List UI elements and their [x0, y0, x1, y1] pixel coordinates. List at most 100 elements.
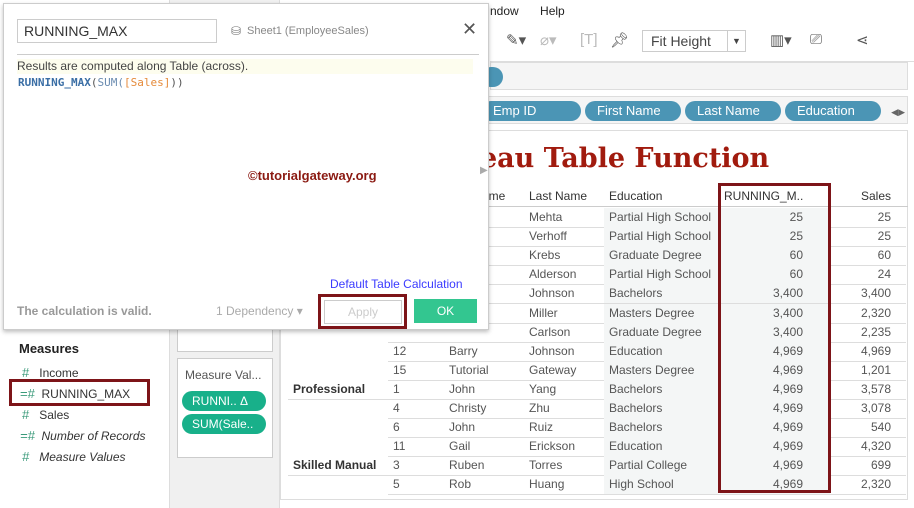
presentation-icon[interactable]: ⎚	[810, 31, 822, 48]
label: RUNNING_MAX	[41, 387, 131, 401]
first-name-cell: Barry	[449, 343, 478, 358]
sales-cell: 25	[877, 210, 891, 224]
sales-cell: 4,320	[860, 439, 891, 454]
pill-sum-sales[interactable]: SUM(Sale..	[182, 414, 266, 434]
emp-id-cell: 11	[393, 439, 406, 454]
scroll-arrows[interactable]: ◀▶	[891, 107, 905, 118]
measure-income[interactable]: # Income	[22, 365, 79, 380]
last-name-cell: Zhu	[529, 401, 550, 415]
paren: ))	[170, 76, 184, 89]
emp-id-cell: 15	[393, 362, 407, 377]
filters-shelf[interactable]	[481, 62, 908, 90]
occupation-cell: Skilled Manual	[293, 458, 377, 473]
pill-running-max[interactable]: RUNNI.. Δ	[182, 391, 266, 411]
measure-running-max[interactable]: =# RUNNING_MAX	[20, 386, 130, 401]
sales-cell: 1,201	[860, 362, 891, 377]
first-name-cell: Christy	[449, 401, 487, 415]
sales-cell: 3,578	[860, 381, 891, 396]
default-table-calculation-link[interactable]: Default Table Calculation	[330, 277, 463, 291]
label: Income	[39, 366, 79, 380]
header-divider	[480, 206, 908, 207]
last-name-cell: Alderson	[529, 267, 577, 282]
pill-emp-id[interactable]: Emp ID	[481, 101, 581, 121]
formula-function: RUNNING_MAX	[18, 76, 91, 89]
toolbar: ✎▾ ⌀▾ [T] 📌︎ Fit Height ▼ ▥▾ ⎚ ⋖	[490, 22, 914, 62]
text-box-icon[interactable]: [T]	[580, 31, 598, 48]
menu-help[interactable]: Help	[540, 4, 565, 18]
calc-name-input[interactable]: RUNNING_MAX	[17, 19, 217, 43]
education-cell: High School	[609, 477, 674, 492]
first-name-cell: John	[449, 381, 476, 396]
chevron-down-icon: ▼	[727, 31, 745, 51]
card-title: Measure Val...	[185, 368, 262, 382]
last-name-cell: Miller	[529, 305, 558, 320]
formula-sum: SUM(	[97, 76, 124, 89]
menu-window[interactable]: ndow	[490, 4, 519, 18]
education-cell: Bachelors	[609, 401, 663, 415]
show-me-icon[interactable]: ▥▾	[770, 31, 792, 49]
last-name-cell: Mehta	[529, 210, 563, 224]
running-max-highlight	[718, 183, 831, 493]
last-name-cell: Torres	[529, 458, 563, 473]
sales-cell: 2,235	[860, 324, 891, 339]
expand-arrow-icon[interactable]: ▶	[480, 165, 488, 176]
education-cell: Masters Degree	[609, 362, 695, 377]
calculation-editor-dialog: RUNNING_MAX ⛁ Sheet1 (EmployeeSales) ✕ R…	[3, 3, 489, 330]
measure-measure-values[interactable]: # Measure Values	[22, 449, 126, 464]
education-cell: Graduate Degree	[609, 324, 702, 339]
last-name-cell: Erickson	[529, 439, 576, 454]
formula-field: [Sales]	[123, 76, 171, 89]
apply-button[interactable]: Apply	[324, 300, 402, 324]
education-cell: Partial High School	[609, 267, 712, 282]
fit-select[interactable]: Fit Height ▼	[642, 30, 746, 52]
label: Sales	[39, 408, 70, 422]
education-cell: Bachelors	[609, 286, 663, 301]
formula-editor[interactable]: RUNNING_MAX(SUM([Sales]))	[18, 76, 184, 89]
sales-cell: 3,078	[860, 401, 891, 415]
calc-number-icon: =#	[20, 386, 35, 401]
pill-education[interactable]: Education	[785, 101, 881, 121]
emp-id-cell: 3	[393, 458, 400, 473]
last-name-cell: Huang	[529, 477, 565, 492]
last-name-cell: Carlson	[529, 324, 571, 339]
emp-id-cell: 12	[393, 343, 407, 358]
occupation-cell: Professional	[293, 381, 366, 396]
measures-heading: Measures	[19, 341, 79, 356]
sales-cell: 699	[870, 458, 891, 473]
label: Measure Values	[39, 450, 126, 464]
highlight-icon[interactable]: ✎▾	[506, 31, 526, 49]
number-icon: #	[22, 407, 30, 422]
sales-cell: 2,320	[860, 305, 891, 320]
dependency-dropdown[interactable]: 1 Dependency ▾	[216, 304, 303, 318]
sales-cell: 24	[877, 267, 891, 282]
header-last-name: Last Name	[529, 189, 588, 203]
last-name-cell: Krebs	[529, 248, 561, 263]
last-name-cell: Verhoff	[529, 229, 567, 244]
measure-sales[interactable]: # Sales	[22, 407, 69, 422]
share-icon[interactable]: ⋖	[856, 31, 869, 49]
emp-id-cell: 5	[393, 477, 400, 492]
education-cell: Graduate Degree	[609, 248, 702, 263]
emp-id-cell: 4	[393, 401, 400, 415]
sales-cell: 4,969	[860, 343, 891, 358]
first-name-cell: Ruben	[449, 458, 485, 473]
sales-cell: 25	[877, 229, 891, 244]
divider	[17, 54, 479, 55]
rows-shelf[interactable]: Emp ID First Name Last Name Education ◀▶	[480, 96, 908, 124]
first-name-cell: John	[449, 420, 476, 435]
attach-icon[interactable]: ⌀▾	[540, 31, 557, 49]
pin-icon[interactable]: 📌︎	[610, 31, 629, 49]
view-title: eau Table Function	[480, 143, 770, 174]
close-icon[interactable]: ✕	[462, 19, 477, 40]
pill-last-name[interactable]: Last Name	[685, 101, 781, 121]
last-name-cell: Ruiz	[529, 420, 554, 435]
calc-number-icon: =#	[20, 428, 35, 443]
ok-button[interactable]: OK	[414, 299, 477, 323]
emp-id-cell: 1	[393, 381, 400, 396]
education-cell: Partial High School	[609, 210, 712, 224]
education-cell: Education	[609, 439, 663, 454]
first-name-cell: Rob	[449, 477, 472, 492]
pill-first-name[interactable]: First Name	[585, 101, 681, 121]
first-name-cell: Gail	[449, 439, 471, 454]
measure-number-of-records[interactable]: =# Number of Records	[20, 428, 146, 443]
